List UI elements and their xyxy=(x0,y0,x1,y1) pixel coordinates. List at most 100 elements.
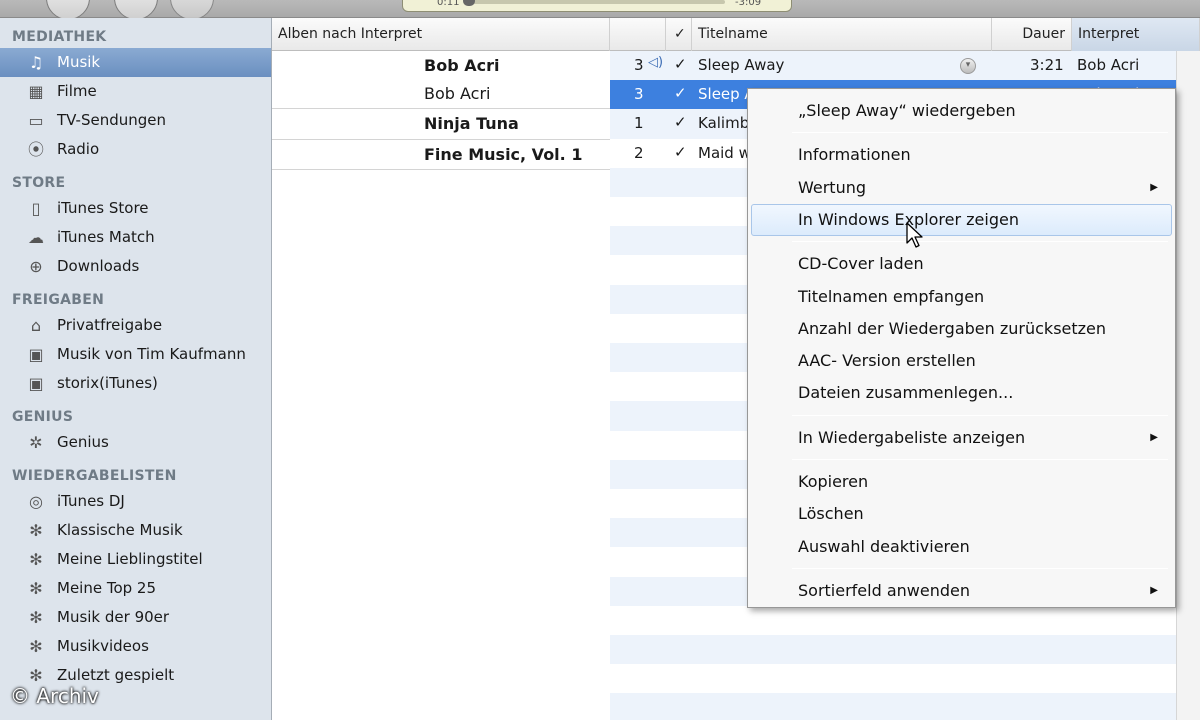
sidebar-item-musik-von-tim-kaufmann[interactable]: ▣ Musik von Tim Kaufmann xyxy=(0,340,271,369)
track-checkbox[interactable]: ✓ xyxy=(674,55,687,73)
vertical-scrollbar[interactable] xyxy=(1176,51,1200,720)
smart-playlist-gear-icon: ✻ xyxy=(29,579,43,598)
sidebar-item-downloads[interactable]: ⊕ Downloads xyxy=(0,252,271,281)
menu-item-label: In Wiedergabeliste anzeigen xyxy=(798,427,1026,447)
album-row[interactable]: Bob Acri xyxy=(272,51,610,80)
menu-separator xyxy=(792,414,1168,416)
next-button[interactable] xyxy=(170,0,214,20)
music-note-icon: ♫ xyxy=(28,53,44,72)
menu-item-sleep-away-wiedergeben[interactable]: „Sleep Away“ wiedergeben xyxy=(751,95,1172,127)
menu-item-kopieren[interactable]: Kopieren xyxy=(751,466,1172,498)
album-row[interactable]: Bob Acri xyxy=(272,80,610,109)
menu-item-in-windows-explorer-zeigen[interactable]: In Windows Explorer zeigen xyxy=(751,203,1172,236)
shared-library-icon: ▣ xyxy=(28,374,44,393)
progress-knob[interactable] xyxy=(463,0,475,6)
source-sidebar: MEDIATHEK ♫ Musik ▦ Filme ▭ TV-Sendungen ⦿ Radio… xyxy=(0,18,272,720)
menu-item-label: Auswahl deaktivieren xyxy=(798,536,970,556)
sidebar-item-musik[interactable]: ♫ Musik xyxy=(0,48,271,77)
menu-item-in-wiedergabeliste-anzeigen[interactable]: In Wiedergabeliste anzeigen ▶ xyxy=(751,422,1172,454)
menu-item-label: Anzahl der Wiedergaben zurücksetzen xyxy=(798,318,1107,338)
menu-item-auswahl-deaktivieren[interactable]: Auswahl deaktivieren xyxy=(751,531,1172,563)
track-number: 2 xyxy=(634,143,644,162)
column-duration[interactable]: Dauer xyxy=(992,18,1072,51)
track-checkbox[interactable]: ✓ xyxy=(674,113,687,131)
menu-separator xyxy=(792,459,1168,460)
dj-icon: ◎ xyxy=(29,492,43,511)
time-remaining: -3:09 xyxy=(735,0,762,8)
album-row[interactable]: Fine Music, Vol. 1 xyxy=(272,140,610,170)
sidebar-item-itunes-match[interactable]: ☁ iTunes Match xyxy=(0,223,271,252)
sidebar-item-musikvideos[interactable]: ✻ Musikvideos xyxy=(0,632,271,661)
album-artist-name: Bob Acri xyxy=(424,84,491,103)
menu-item-anzahl-der-wiedergaben-zurücksetzen[interactable]: Anzahl der Wiedergaben zurücksetzen xyxy=(751,313,1172,345)
album-row[interactable]: Ninja Tuna xyxy=(272,109,610,140)
sidebar-item-storix-itunes[interactable]: ▣ storix(iTunes) xyxy=(0,369,271,398)
time-elapsed: 0:11 xyxy=(437,0,460,8)
submenu-arrow-icon: ▶ xyxy=(1150,181,1158,193)
track-checkbox[interactable]: ✓ xyxy=(674,143,687,161)
sidebar-item-label: iTunes Match xyxy=(57,228,155,246)
menu-item-wertung[interactable]: Wertung ▶ xyxy=(751,172,1172,204)
menu-item-label: CD-Cover laden xyxy=(798,254,924,274)
track-row[interactable]: 3 ✓ Sleep Away 3:21 Bob Acri ◁) ▾ xyxy=(610,51,1176,81)
menu-item-label: AAC- Version erstellen xyxy=(798,351,976,371)
album-artist-name: Bob Acri xyxy=(424,56,500,75)
sidebar-item-label: Musik der 90er xyxy=(57,608,170,626)
track-title: Maid w xyxy=(698,143,751,162)
sidebar-item-privatfreigabe[interactable]: ⌂ Privatfreigabe xyxy=(0,311,271,340)
progress-track[interactable] xyxy=(465,0,725,4)
menu-item-label: Kopieren xyxy=(798,472,869,491)
sidebar-item-label: Musik xyxy=(57,53,101,71)
sidebar-item-genius[interactable]: ✲ Genius xyxy=(0,428,271,457)
sidebar-item-label: Radio xyxy=(57,140,100,158)
menu-item-sortierfeld-anwenden[interactable]: Sortierfeld anwenden ▶ xyxy=(751,575,1172,607)
sidebar-item-label: Musik von Tim Kaufmann xyxy=(57,345,246,363)
sidebar-item-label: iTunes Store xyxy=(57,199,149,217)
empty-row xyxy=(610,664,1176,693)
menu-item-cd-cover-laden[interactable]: CD-Cover laden xyxy=(751,248,1172,280)
menu-item-aac-version-erstellen[interactable]: AAC- Version erstellen xyxy=(751,345,1172,377)
store-bag-icon: ▯ xyxy=(31,199,41,218)
sidebar-item-label: Meine Top 25 xyxy=(57,579,157,597)
sidebar-item-radio[interactable]: ⦿ Radio xyxy=(0,135,271,164)
sidebar-item-itunes-dj[interactable]: ◎ iTunes DJ xyxy=(0,487,271,516)
previous-button[interactable] xyxy=(46,0,90,20)
submenu-arrow-icon: ▶ xyxy=(1150,584,1158,596)
sidebar-item-label: Klassische Musik xyxy=(57,521,183,539)
sidebar-item-itunes-store[interactable]: ▯ iTunes Store xyxy=(0,194,271,223)
track-options-icon[interactable]: ▾ xyxy=(960,58,976,74)
track-checkbox[interactable]: ✓ xyxy=(674,84,687,102)
tv-icon: ▭ xyxy=(28,111,44,130)
now-playing-display: 0:11 -3:09 xyxy=(402,0,792,12)
sidebar-item-filme[interactable]: ▦ Filme xyxy=(0,77,271,106)
menu-item-label: Sortierfeld anwenden xyxy=(798,580,970,600)
menu-item-löschen[interactable]: Löschen xyxy=(751,498,1172,530)
sidebar-item-label: Downloads xyxy=(57,257,140,275)
radio-icon: ⦿ xyxy=(27,140,44,159)
menu-item-label: Dateien zusammenlegen... xyxy=(798,383,1014,403)
sidebar-item-meine-top-25[interactable]: ✻ Meine Top 25 xyxy=(0,574,271,603)
column-artist[interactable]: Interpret xyxy=(1072,18,1200,51)
menu-item-informationen[interactable]: Informationen xyxy=(751,139,1172,171)
column-checked[interactable]: ✓ xyxy=(666,18,692,51)
shared-library-icon: ▣ xyxy=(28,345,44,364)
menu-item-label: „Sleep Away“ wiedergeben xyxy=(798,101,1016,120)
menu-separator xyxy=(792,567,1168,569)
column-albums-by-artist[interactable]: Alben nach Interpret xyxy=(272,18,610,51)
menu-item-dateien-zusammenlegen[interactable]: Dateien zusammenlegen... xyxy=(751,377,1172,409)
play-pause-button[interactable] xyxy=(114,0,158,20)
menu-item-titelnamen-empfangen[interactable]: Titelnamen empfangen xyxy=(751,281,1172,313)
now-playing-speaker-icon: ◁) xyxy=(648,55,664,70)
column-track-number[interactable] xyxy=(610,18,666,51)
genius-atom-icon: ✲ xyxy=(29,433,43,452)
sidebar-item-tv-sendungen[interactable]: ▭ TV-Sendungen xyxy=(0,106,271,135)
sidebar-item-label: Genius xyxy=(57,433,109,451)
sidebar-item-klassische-musik[interactable]: ✻ Klassische Musik xyxy=(0,516,271,545)
smart-playlist-gear-icon: ✻ xyxy=(29,521,43,540)
empty-row xyxy=(610,606,1176,635)
sidebar-item-meine-lieblingstitel[interactable]: ✻ Meine Lieblingstitel xyxy=(0,545,271,574)
sidebar-item-musik-der-90er[interactable]: ✻ Musik der 90er xyxy=(0,603,271,632)
sidebar-item-label: Musikvideos xyxy=(57,637,149,655)
column-title[interactable]: Titelname xyxy=(692,18,992,51)
film-icon: ▦ xyxy=(28,82,44,101)
